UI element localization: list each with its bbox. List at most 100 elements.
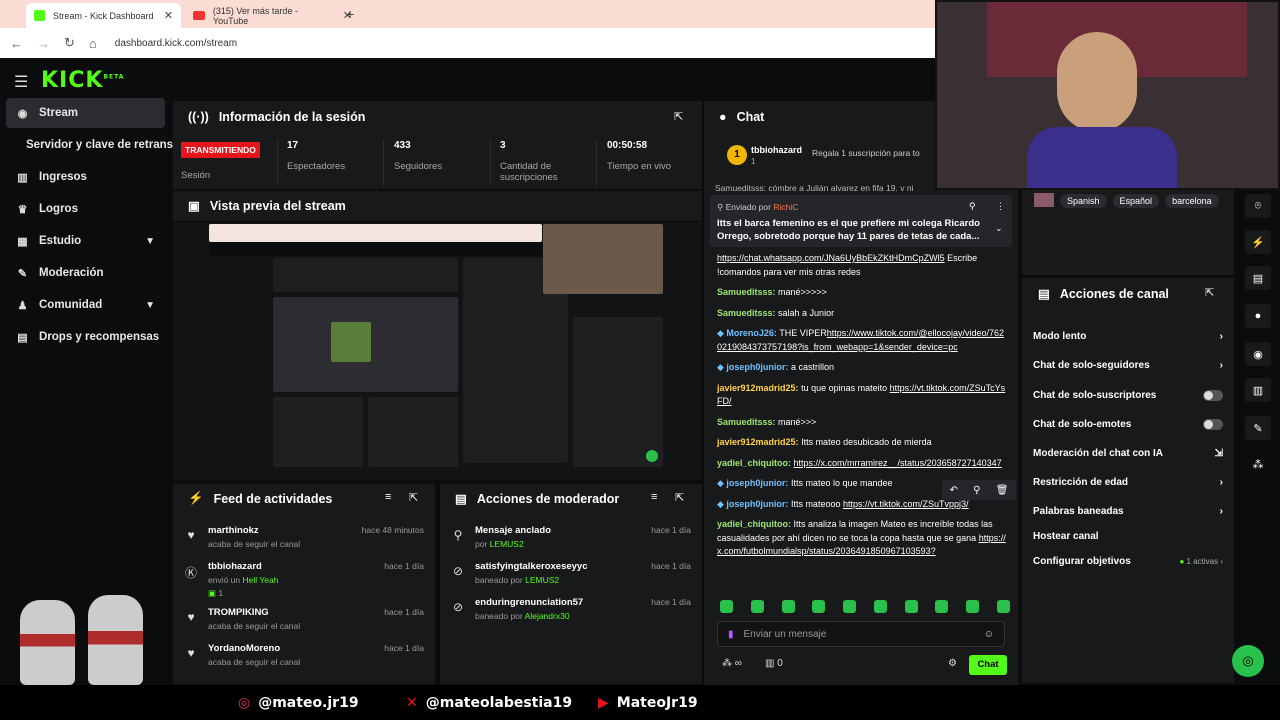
signal-icon[interactable]: ◉ [1245,342,1271,366]
emote-icon[interactable] [843,600,857,613]
chat-username[interactable]: yadiel_chiquitoo: [717,519,791,529]
session-status: TRANSMITIENDO Sesión [181,140,278,186]
home-icon[interactable]: ⌂ [89,36,97,51]
bolt-icon[interactable]: ⚡ [1245,230,1271,254]
forward-icon[interactable]: → [37,36,50,51]
puzzle-icon[interactable]: ⁂ [1245,452,1271,476]
chevron-right-icon: › [1219,359,1223,371]
popout-icon[interactable]: ⇱ [409,491,418,504]
sidebar-item-server[interactable]: Servidor y clave de retransm [6,130,183,160]
filter-icon[interactable]: ≡ [651,491,657,503]
emoji-icon[interactable]: ☺ [984,629,994,640]
document-icon[interactable]: ▤ [1245,266,1271,290]
stat-followers: 433 Seguidores [394,140,491,186]
action-host-channel[interactable]: Hostear canal [1033,522,1223,550]
chat-username[interactable]: Samueditsss: [717,417,776,427]
reply-icon[interactable]: ↶ [950,485,958,496]
emote-icon[interactable] [966,600,980,613]
support-button[interactable]: ◎ [1232,645,1264,677]
emote-icon[interactable] [904,600,918,613]
gift-sub-button[interactable]: Regala 1 suscripción para to [812,148,932,158]
action-ai-moderation[interactable]: Moderación del chat con IA ⇲ [1033,439,1223,467]
kick-logo[interactable]: KICKBETA [41,68,124,93]
chevron-down-icon[interactable]: ⌄ [995,223,1003,234]
emote-bar [720,600,1010,613]
action-subs-only[interactable]: Chat de solo-suscriptores [1033,381,1223,409]
emote-icon[interactable] [781,600,795,613]
sidebar-item-estudio[interactable]: ▦ Estudio ▼ [6,226,165,256]
chat-username[interactable]: Samueditsss: [717,308,776,318]
action-age-restriction[interactable]: Restricción de edad › [1033,468,1223,496]
popout-icon[interactable]: ⇱ [1205,286,1214,299]
close-tab-icon[interactable]: ✕ [164,9,173,22]
tab-youtube[interactable]: (315) Ver más tarde - YouTube ✕ [185,3,360,28]
chat-link[interactable]: https://x.com/mrramirez__/status/2036587… [794,458,1002,468]
emote-icon[interactable] [750,600,764,613]
emotes-only-toggle[interactable] [1203,418,1223,430]
tab-kick-dashboard[interactable]: Stream - Kick Dashboard ✕ [26,3,181,28]
sidebar-item-drops[interactable]: ▤ Drops y recompensas [6,322,165,352]
emote-icon[interactable] [812,600,826,613]
chat-username[interactable]: MorenoJ26: [726,328,777,338]
reload-icon[interactable]: ↻ [64,35,75,51]
settings-icon[interactable]: ⚙ [948,658,957,669]
subs-only-toggle[interactable] [1203,389,1223,401]
filter-icon[interactable]: ≡ [385,491,391,503]
new-tab-button[interactable]: + [346,6,354,22]
action-goals[interactable]: Configurar objetivos ● 1 activas › [1033,547,1223,575]
tag[interactable]: Español [1112,194,1160,208]
mod-action-name: enduringrenunciation57 [475,597,584,608]
url-field[interactable]: dashboard.kick.com/stream [115,38,237,49]
popout-icon[interactable]: ⇱ [675,491,684,504]
sub-badge-icon: ◆ [717,362,727,372]
sidebar-item-stream[interactable]: ◉ Stream [6,98,165,128]
mod-action-by: por [475,539,488,549]
chat-username[interactable]: yadiel_chiquitoo: [717,458,791,468]
sidebar-item-moderacion[interactable]: ✎ Moderación [6,258,165,288]
chat-username[interactable]: javier912madrid25: [717,383,799,393]
sliders-icon[interactable]: ▥ [1245,378,1271,402]
chat-username[interactable]: joseph0junior: [726,362,788,372]
popout-icon[interactable]: ⇱ [674,110,683,123]
action-followers-only[interactable]: Chat de solo-seguidores › [1033,351,1223,379]
stat-label: Cantidad de suscripciones [500,161,558,183]
menu-icon[interactable]: ☰ [14,72,28,92]
emote-icon[interactable] [935,600,949,613]
emote-icon[interactable] [873,600,887,613]
mic-icon[interactable]: ▮ [728,629,734,640]
trash-icon[interactable]: 🗑 [996,485,1009,496]
infinity-icon[interactable]: ⁂ ∞ [722,658,742,669]
chat-username[interactable]: joseph0junior: [726,478,788,488]
tag[interactable]: barcelona [1165,194,1219,208]
wrench-icon[interactable]: ✎ [1245,416,1271,440]
more-options-icon[interactable]: ⋮ [996,201,1005,212]
tag[interactable]: Spanish [1060,194,1107,208]
sidebar-item-label: Moderación [39,267,104,279]
action-emotes-only[interactable]: Chat de solo-emotes [1033,410,1223,438]
emote-icon[interactable] [996,600,1010,613]
send-chat-button[interactable]: Chat [969,655,1007,675]
back-icon[interactable]: ← [10,36,23,51]
stream-overlay-footer: ◎ @mateo.jr19 ✕ @mateolabestia19 ▶ MateoJr1… [0,685,1280,720]
panel-title: Chat [736,110,765,124]
chat-username[interactable]: joseph0junior: [726,499,788,509]
pin-icon[interactable]: ⚲ [973,485,980,496]
chat-link[interactable]: https://chat.whatsapp.com/JNa6UyBbEkZKtH… [717,253,945,263]
unpin-icon[interactable]: ⚲ [969,201,976,212]
sidebar-item-logros[interactable]: ♛ Logros [6,194,165,224]
stream-preview[interactable] [173,222,702,480]
sidebar-item-comunidad[interactable]: ♟ Comunidad ▼ [6,290,165,320]
action-banned-words[interactable]: Palabras baneadas › [1033,497,1223,525]
emote-icon[interactable] [720,600,733,613]
signal-icon: ◉ [17,107,28,120]
pinned-message[interactable]: ⚲ Enviado por RichiC Itts el barca femen… [710,195,1012,247]
list-item: Ⓚtbbiohazard envió un Hell Yeah ▣ 1 hace 1 … [174,561,434,607]
chat-username[interactable]: javier912madrid25: [717,437,799,447]
chat-bubble-icon[interactable]: ● [1245,304,1271,328]
chat-input[interactable]: ▮ Enviar un mensaje ☺ [717,621,1005,647]
sidebar-item-ingresos[interactable]: ▥ Ingresos [6,162,165,192]
action-slow-mode[interactable]: Modo lento › [1033,322,1223,350]
camera-icon[interactable]: ⌾ [1245,194,1271,218]
chat-username[interactable]: Samueditsss: [717,287,776,297]
chat-link[interactable]: https://vt.tiktok.com/ZSuTvppj3/ [843,499,969,509]
